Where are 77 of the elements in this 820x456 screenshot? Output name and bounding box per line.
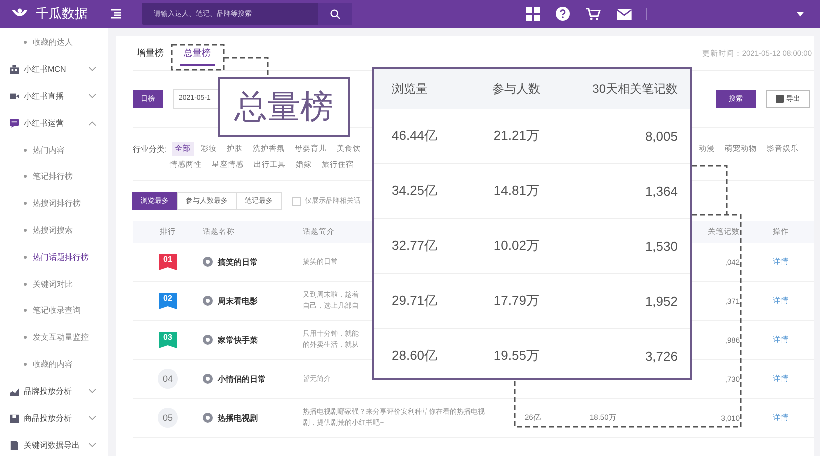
table-cell-text: 46.44亿 xyxy=(391,127,439,145)
chat-icon xyxy=(10,118,19,128)
mail-icon[interactable] xyxy=(617,8,632,20)
sidebar-item[interactable]: 热搜词排行榜 xyxy=(0,190,108,218)
sidebar-item[interactable]: 笔记收录查询 xyxy=(0,298,108,324)
topic-name: 周末看电影 xyxy=(218,296,258,306)
sidebar-item[interactable]: 热搜词搜索 xyxy=(0,217,108,244)
sidebar-group[interactable]: 小红书MCN xyxy=(0,56,108,83)
chart-icon xyxy=(10,386,19,396)
table-cell-text: 14.81万 xyxy=(492,182,540,200)
topic-icon xyxy=(203,413,213,423)
tab[interactable]: 增量榜 xyxy=(133,41,168,66)
help-icon[interactable] xyxy=(556,7,570,21)
sidebar-item[interactable]: 热门内容 xyxy=(0,136,108,164)
table-cell-text: 1,952 xyxy=(644,294,679,308)
sidebar-group[interactable]: 小红书运营 xyxy=(0,110,108,137)
column-header: 30天相关笔记数 xyxy=(592,80,679,98)
table-cell-text: 28.60亿 xyxy=(391,347,439,365)
sidebar-item[interactable]: 热门话题排行榜 xyxy=(0,244,108,271)
sidebar-item[interactable]: 收藏的内容 xyxy=(0,351,108,378)
industry-label: 行业分类: xyxy=(133,144,168,154)
topic-icon xyxy=(203,335,213,345)
table-cell-text: 8,005 xyxy=(644,128,679,144)
grid-icon[interactable] xyxy=(526,7,540,21)
sidebar-group[interactable]: 关键词数据导出 xyxy=(0,432,108,456)
table-cell-text: 29.71亿 xyxy=(391,292,439,310)
table-cell-text: 19.55万 xyxy=(492,347,540,365)
table-cell-text: 32.77亿 xyxy=(391,237,439,255)
table-cell-text: 17.79万 xyxy=(492,292,540,310)
topic-icon xyxy=(203,374,213,384)
sidebar-item[interactable]: 关键词对比 xyxy=(0,270,108,298)
caret-icon[interactable] xyxy=(797,12,804,16)
chevron-icon xyxy=(89,120,96,126)
callout-label: 总量榜 xyxy=(218,77,350,137)
sidebar-group[interactable]: 品牌投放分析 xyxy=(0,378,108,405)
table-cell-text: 3,726 xyxy=(644,348,679,364)
sidebar-item[interactable]: 收藏的达人 xyxy=(0,29,108,56)
box-icon xyxy=(10,414,19,423)
chevron-icon xyxy=(89,66,96,72)
topic-icon xyxy=(203,257,213,267)
table-cell-text: 1,530 xyxy=(644,238,679,254)
logo-text: 千瓜数据 xyxy=(36,5,88,23)
rank-badge: 02 xyxy=(159,292,177,310)
rank-badge: 05 xyxy=(158,408,178,428)
search-icon xyxy=(330,8,340,20)
cart-icon[interactable] xyxy=(586,8,601,20)
sidebar-group[interactable]: 商品投放分析 xyxy=(0,404,108,432)
column-header: 参与人数 xyxy=(491,80,542,98)
search-button[interactable] xyxy=(318,3,352,25)
chevron-icon xyxy=(89,388,96,394)
rank-badge: 04 xyxy=(158,369,178,389)
building-icon xyxy=(10,64,19,74)
rank-badge: 01 xyxy=(159,254,177,270)
topic-name: 家常快手菜 xyxy=(218,334,258,346)
column-header: 浏览量 xyxy=(391,80,429,98)
chevron-icon xyxy=(89,442,96,448)
table-cell-text: 34.25亿 xyxy=(391,182,439,200)
topic-name: 热播电视剧 xyxy=(218,412,258,424)
topic-name: 搞笑的日常 xyxy=(218,256,258,268)
rank-badge: 03 xyxy=(159,332,177,348)
sidebar-item[interactable]: 笔记排行榜 xyxy=(0,164,108,190)
table-cell-text: 21.21万 xyxy=(492,127,540,145)
sidebar-group[interactable]: 小红书直播 xyxy=(0,82,108,110)
menu-icon[interactable] xyxy=(110,9,122,19)
camera-icon xyxy=(10,92,19,101)
table-cell-text: 10.02万 xyxy=(492,237,540,255)
checkbox[interactable] xyxy=(292,196,301,206)
leader-line xyxy=(224,57,269,77)
table-cell-text: 1,364 xyxy=(644,184,679,198)
dashed-frame xyxy=(171,44,225,71)
chevron-icon xyxy=(89,416,96,421)
sidebar-item[interactable]: 发文互动量监控 xyxy=(0,324,108,352)
chevron-icon xyxy=(89,94,96,99)
tab[interactable]: 总量榜 xyxy=(180,41,215,66)
topic-name: 小情侣的日常 xyxy=(218,374,266,384)
doc-icon xyxy=(10,440,19,450)
topic-icon xyxy=(203,296,213,306)
